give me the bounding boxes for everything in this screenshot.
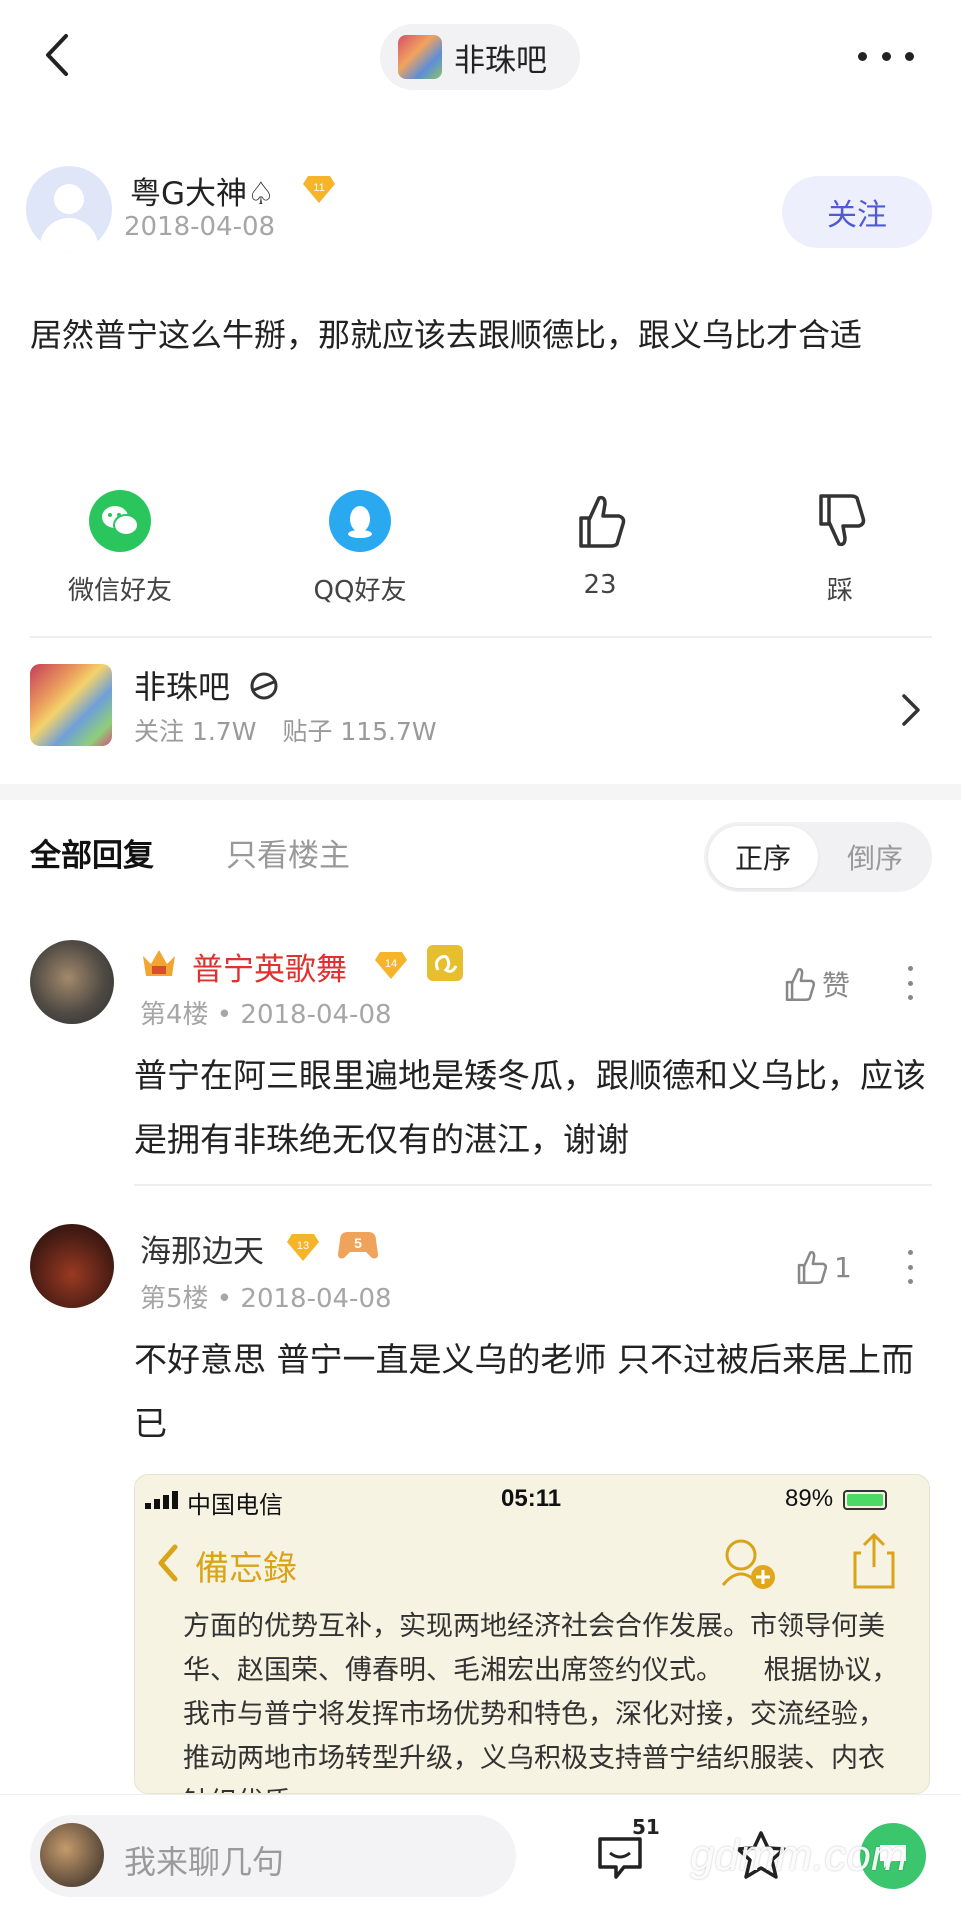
add-person-icon bbox=[721, 1539, 775, 1589]
chevron-right-icon[interactable] bbox=[898, 692, 924, 728]
reply-avatar[interactable] bbox=[30, 940, 114, 1024]
thumbs-up-icon bbox=[797, 1251, 828, 1284]
author-avatar[interactable] bbox=[26, 166, 112, 252]
share-wechat-label: 微信好友 bbox=[67, 576, 172, 606]
embedded-status-bar: 中国电信 05:11 89% bbox=[135, 1475, 929, 1523]
dislike-button[interactable]: 踩 bbox=[760, 490, 920, 607]
chevron-left-icon bbox=[158, 1544, 178, 1582]
thumbs-up-icon bbox=[785, 968, 816, 1001]
dislike-label: 踩 bbox=[826, 576, 853, 606]
reply-content: 普宁在阿三眼里遍地是矮冬瓜，跟顺德和义乌比，应该是拥有非珠绝无仅有的湛江，谢谢 bbox=[134, 1056, 926, 1159]
dot-icon bbox=[907, 1264, 913, 1270]
reply-meta: 第4楼 • 2018-04-08 bbox=[140, 1000, 392, 1030]
back-button[interactable] bbox=[38, 30, 78, 80]
dot-icon bbox=[907, 980, 913, 986]
reply-date: 2018-04-08 bbox=[240, 1000, 392, 1030]
section-separator bbox=[0, 784, 961, 800]
more-options-button[interactable] bbox=[858, 36, 914, 76]
reply-meta: 第5楼 • 2018-04-08 bbox=[140, 1284, 392, 1314]
level-number: 11 bbox=[313, 182, 324, 194]
forum-title-pill[interactable]: 非珠吧 bbox=[380, 24, 580, 90]
reply-input-placeholder: 我来聊几句 bbox=[124, 1843, 285, 1881]
dot-icon bbox=[907, 1250, 913, 1255]
forum-posts: 贴子 115.7W bbox=[282, 717, 437, 746]
level-badge-icon: 13 bbox=[287, 1234, 319, 1261]
battery-icon bbox=[843, 1490, 887, 1510]
embedded-battery: 89% bbox=[785, 1485, 834, 1512]
embedded-title: 備忘錄 bbox=[195, 1549, 297, 1589]
sort-toggle: 正序 倒序 bbox=[704, 822, 932, 892]
level-badge-icon: 14 bbox=[375, 952, 407, 979]
reply-image[interactable]: 中国电信 05:11 89% 備忘錄 方面的优势互补，实现两地经济社会合作发展。… bbox=[134, 1474, 930, 1794]
embedded-body-text: 方面的优势互补，实现两地经济社会合作发展。市领导何美华、赵国荣、傅春明、毛湘宏出… bbox=[183, 1611, 899, 1793]
sort-ascending-button[interactable]: 正序 bbox=[708, 826, 818, 888]
embedded-carrier: 中国电信 bbox=[187, 1492, 283, 1519]
forum-thumbnail bbox=[398, 35, 442, 79]
qq-icon bbox=[329, 490, 391, 552]
embedded-time: 05:11 bbox=[501, 1485, 562, 1512]
divider bbox=[134, 1184, 932, 1186]
thumbs-down-icon bbox=[809, 490, 871, 552]
reply-more-button[interactable] bbox=[906, 1250, 914, 1284]
badge-number: 5 bbox=[354, 1235, 362, 1251]
share-qq-label: QQ好友 bbox=[313, 576, 407, 606]
tab-op-only[interactable]: 只看楼主 bbox=[226, 830, 350, 875]
comment-count: 51 bbox=[632, 1815, 660, 1839]
dot-icon bbox=[881, 51, 891, 61]
thumbs-up-icon bbox=[569, 490, 631, 552]
level-number: 13 bbox=[297, 1240, 309, 1252]
reply-content: 不好意思 普宁一直是义乌的老师 只不过被后来居上而已 bbox=[134, 1340, 914, 1443]
gamepad-badge-icon: 5 bbox=[338, 1232, 378, 1259]
watermark: gdmm.com bbox=[690, 1831, 908, 1880]
reply-author-name[interactable]: 海那边天 bbox=[140, 1226, 264, 1271]
bottom-bar: 我来聊几句 51 gdmm.com bbox=[0, 1794, 961, 1920]
reply-like-button[interactable]: 赞 bbox=[782, 964, 850, 1004]
author-name[interactable]: 粤G大神♤ bbox=[130, 168, 275, 213]
forum-tag-icon bbox=[250, 672, 278, 700]
forum-card-name[interactable]: 非珠吧 bbox=[134, 662, 280, 708]
dot-icon bbox=[907, 995, 913, 1000]
like-count: 23 bbox=[583, 570, 617, 600]
like-button[interactable]: 23 bbox=[520, 490, 680, 600]
forum-card-thumbnail[interactable] bbox=[30, 664, 112, 746]
divider bbox=[30, 636, 932, 638]
reply-like-count: 1 bbox=[834, 1250, 852, 1284]
reply-floor: 第4楼 bbox=[140, 1000, 209, 1030]
reply-avatar[interactable] bbox=[30, 1224, 114, 1308]
signal-icon bbox=[145, 1491, 178, 1509]
reply-floor: 第5楼 bbox=[140, 1284, 209, 1314]
tab-all-replies[interactable]: 全部回复 bbox=[30, 830, 154, 875]
share-icon bbox=[853, 1532, 895, 1589]
chevron-left-icon bbox=[46, 34, 68, 76]
dot-icon bbox=[907, 1279, 913, 1284]
zodiac-leo-icon bbox=[427, 945, 463, 981]
post-content: 居然普宁这么牛掰，那就应该去跟顺德比，跟义乌比才合适 bbox=[30, 316, 863, 354]
top-bar: 非珠吧 bbox=[0, 0, 961, 112]
forum-card-title: 非珠吧 bbox=[134, 668, 231, 706]
wechat-icon bbox=[89, 490, 151, 552]
reply-like-button[interactable]: 1 bbox=[794, 1248, 852, 1286]
post-date: 2018-04-08 bbox=[124, 212, 276, 242]
share-wechat-button[interactable]: 微信好友 bbox=[40, 490, 200, 607]
level-number: 14 bbox=[385, 958, 397, 970]
share-qq-button[interactable]: QQ好友 bbox=[280, 490, 440, 607]
reply-date: 2018-04-08 bbox=[240, 1284, 392, 1314]
forum-followers: 关注 1.7W bbox=[134, 717, 257, 746]
level-badge-icon: 11 bbox=[303, 176, 335, 203]
dot-icon bbox=[858, 51, 867, 61]
reply-author-name[interactable]: 普宁英歌舞 bbox=[192, 944, 347, 989]
reply-like-label: 赞 bbox=[822, 969, 851, 1002]
forum-card-stats: 关注 1.7W 贴子 115.7W bbox=[134, 712, 455, 748]
forum-title: 非珠吧 bbox=[454, 42, 547, 79]
reply-more-button[interactable] bbox=[906, 966, 914, 1000]
dot-icon bbox=[907, 966, 913, 971]
follow-button[interactable]: 关注 bbox=[782, 176, 932, 248]
sort-descending-button[interactable]: 倒序 bbox=[822, 826, 928, 888]
crown-icon bbox=[143, 950, 175, 976]
dot-icon bbox=[905, 51, 914, 61]
my-avatar[interactable] bbox=[40, 1823, 104, 1887]
